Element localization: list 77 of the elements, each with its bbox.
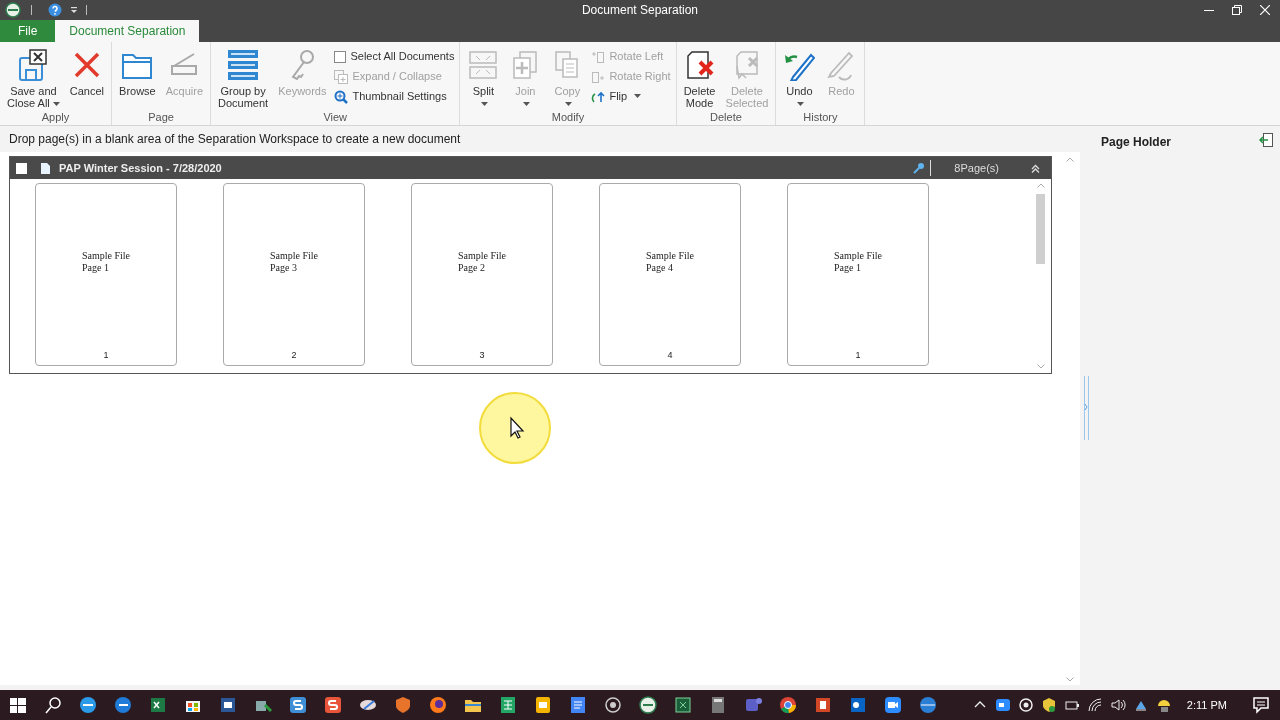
splitter-handle-icon[interactable] [1083,376,1089,440]
clock-time: 2:11 PM [1186,697,1227,713]
page-text: Page 4 [645,262,673,274]
group-label: Page [147,110,175,125]
caret-icon [481,101,489,107]
document-icon [41,162,50,174]
group-label: History [802,110,839,125]
ribbon-button[interactable]: Save and Close All [3,48,64,109]
page-text: Sample File [81,250,131,262]
collapse-icon[interactable] [1031,163,1040,173]
group-label: Delete [709,110,743,125]
record-circle-icon[interactable] [1017,697,1034,713]
cursor-highlight-icon [478,391,552,465]
scrollbar[interactable] [1034,183,1047,369]
ribbon-button[interactable]: Flip [591,88,671,105]
instruction-text: Drop page(s) in a blank area of the Separation Workspace to create a new document [9,131,461,148]
notifications-icon[interactable] [1252,696,1270,714]
page-thumbnail[interactable]: Sample File Page 1 1 [35,183,177,366]
page-count: 8Page(s) [954,160,999,176]
page-thumbnail[interactable]: Sample File Page 1 1 [787,183,929,366]
ribbon-button[interactable]: Group by Document [214,48,273,109]
shield-icon[interactable] [1040,697,1057,713]
rotate-left-icon [591,49,606,64]
expand-icon [334,69,349,84]
file-tab[interactable]: File [0,20,56,42]
dropdown-icon[interactable] [70,6,78,14]
ribbon-button[interactable]: Thumbnail Settings [334,88,455,105]
caret-icon [52,101,60,107]
page-number: 4 [667,348,673,362]
page-text: Page 1 [81,262,109,274]
scrollbar-thumb[interactable] [1036,194,1045,264]
dock-icon[interactable] [1259,133,1273,147]
app-logo-icon[interactable] [5,2,21,18]
page-number: 1 [855,348,861,362]
page-thumbnail[interactable]: Sample File Page 4 4 [599,183,741,366]
stacked-bars-icon [226,48,261,82]
document-title: PAP Winter Session - 7/28/2020 [59,160,222,176]
help-icon[interactable] [48,3,62,17]
caret-icon [565,101,573,107]
page-text: Sample File [833,250,883,262]
split-icon [468,50,499,80]
group-label: Modify [550,110,586,125]
page-number: 2 [291,348,297,362]
page-thumbnail[interactable]: Sample File Page 2 3 [411,183,553,366]
page-number: 3 [479,348,485,362]
ribbon-button[interactable]: Delete Mode [679,48,720,109]
ribbon-button[interactable]: Cancel [65,48,109,97]
video-camera-icon[interactable] [994,697,1011,713]
rotate-right-icon [591,69,606,84]
speaker-icon[interactable] [1109,697,1126,713]
group-label: View [322,110,349,125]
group-label: Apply [40,110,71,125]
caret-icon [797,101,805,107]
ribbon-button[interactable]: Split [463,48,504,109]
window-title: Document Separation [581,3,699,17]
wifi-icon[interactable] [1086,697,1103,713]
ribbon-tab[interactable]: Document Separation [55,20,200,42]
page-text: Sample File [457,250,507,262]
close-icon[interactable] [1260,5,1270,15]
page-text: Page 2 [457,262,485,274]
caret-icon [634,94,642,99]
page-thumbnail[interactable]: Sample File Page 3 2 [223,183,365,366]
key-icon[interactable] [913,162,926,174]
page-text: Page 3 [269,262,297,274]
checkbox[interactable]: Select All Documents [334,48,455,65]
flip-arrows-icon [591,89,606,104]
caret-icon [523,101,531,107]
ribbon-button[interactable]: Browse [115,48,160,97]
checkbox[interactable] [16,162,27,174]
panel-title: Page Holder [1101,134,1172,151]
page-text: Page 1 [833,262,861,274]
magnifier-icon [334,89,349,104]
page-text: Sample File [269,250,319,262]
ribbon-button[interactable]: Undo [779,48,820,109]
restore-icon[interactable] [1232,5,1242,15]
page-text: Sample File [645,250,695,262]
page-number: 1 [103,348,109,362]
